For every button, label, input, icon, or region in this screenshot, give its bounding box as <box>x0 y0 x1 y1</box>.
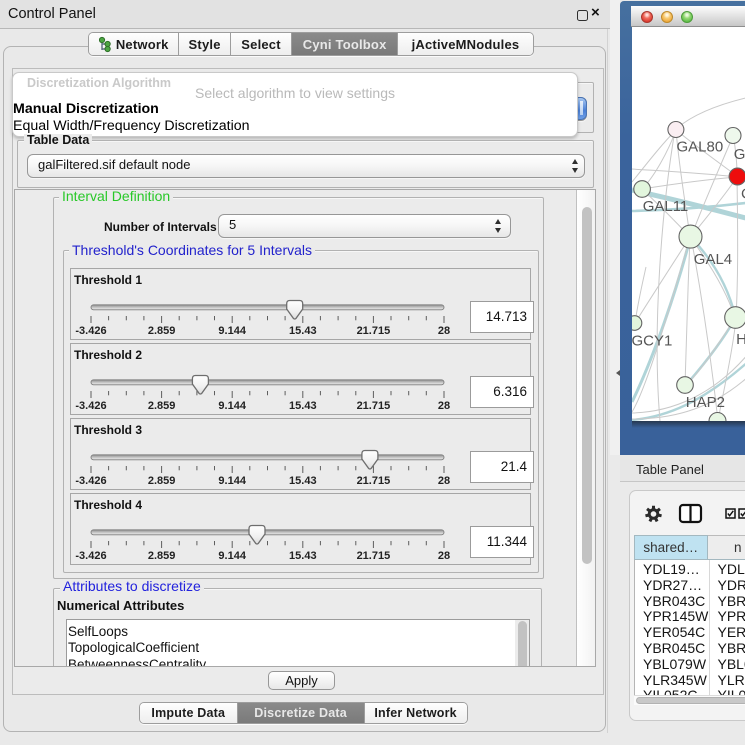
svg-text:GCY1: GCY1 <box>632 333 672 350</box>
svg-text:H: H <box>736 331 745 348</box>
svg-text:C: C <box>741 186 745 203</box>
svg-text:GAL4: GAL4 <box>693 251 731 268</box>
svg-text:GA: GA <box>733 146 745 163</box>
svg-text:GAL11: GAL11 <box>642 198 688 215</box>
svg-text:HAP2: HAP2 <box>685 394 724 411</box>
svg-text:GAL80: GAL80 <box>676 139 723 156</box>
